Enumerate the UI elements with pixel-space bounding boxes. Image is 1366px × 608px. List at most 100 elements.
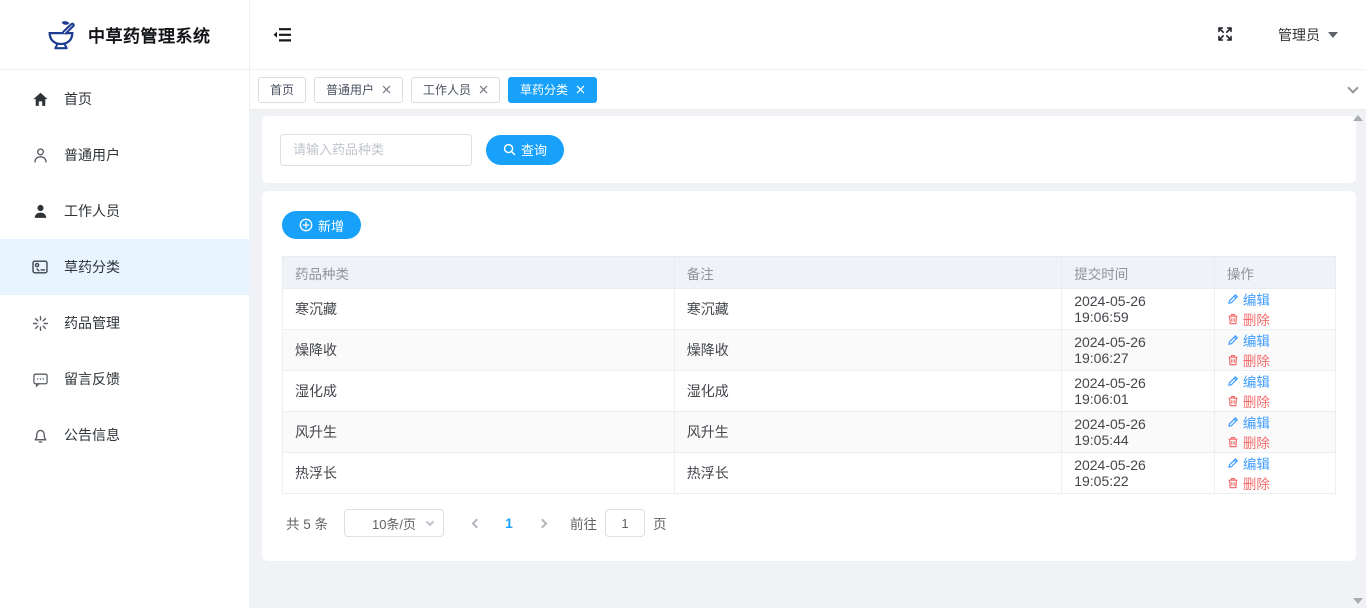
chevron-down-icon xyxy=(425,517,435,527)
cell-type: 热浮长 xyxy=(282,452,675,494)
cell-actions: 编辑 删除 xyxy=(1213,329,1337,371)
sidebar-item-label: 药品管理 xyxy=(64,315,120,331)
sidebar-item-label: 首页 xyxy=(64,91,92,107)
cell-note: 热浮长 xyxy=(673,452,1063,494)
app-logo: 中草药管理系统 xyxy=(0,0,249,70)
sidebar-item-label: 普通用户 xyxy=(64,147,120,163)
cell-time: 2024-05-26 19:05:44 xyxy=(1061,411,1215,453)
app-title: 中草药管理系统 xyxy=(88,27,211,46)
cell-note: 湿化成 xyxy=(673,370,1063,412)
delete-button[interactable]: 删除 xyxy=(1227,391,1270,411)
add-button[interactable]: 新增 xyxy=(282,211,362,239)
table-row: 热浮长 热浮长 2024-05-26 19:05:22 编辑 删除 xyxy=(282,452,1337,494)
tab-staff[interactable]: 工作人员 xyxy=(411,76,501,103)
close-icon[interactable] xyxy=(381,85,391,95)
tab-label: 草药分类 xyxy=(520,83,569,97)
edit-button[interactable]: 编辑 xyxy=(1227,289,1270,309)
cell-note: 寒沉藏 xyxy=(673,288,1063,330)
pencil-icon xyxy=(1228,335,1239,345)
scroll-down-icon[interactable] xyxy=(1353,598,1363,604)
total-count: 共 5 条 xyxy=(286,517,329,532)
prev-page-button[interactable] xyxy=(462,509,490,537)
sidebar-item-staff[interactable]: 工作人员 xyxy=(0,183,249,239)
cell-type: 湿化成 xyxy=(282,370,675,412)
column-header-time: 提交时间 xyxy=(1061,256,1215,289)
delete-button[interactable]: 删除 xyxy=(1227,350,1270,370)
tab-label: 普通用户 xyxy=(326,83,375,97)
sidebar: 中草药管理系统 首页 普通用户 工作人员 草药分类 药品管理 留言反馈 公告信息 xyxy=(0,0,250,608)
close-icon[interactable] xyxy=(478,85,488,95)
topbar-right: 管理员 xyxy=(1216,25,1338,45)
fullscreen-icon[interactable] xyxy=(1216,25,1236,45)
trash-icon xyxy=(1228,355,1238,366)
sidebar-fold-icon[interactable] xyxy=(272,26,294,44)
search-input[interactable] xyxy=(280,133,472,166)
home-icon xyxy=(30,89,50,109)
chevron-down-icon xyxy=(1328,31,1338,38)
cell-note: 燥降收 xyxy=(673,329,1063,371)
add-button-label: 新增 xyxy=(318,218,345,234)
cell-type: 燥降收 xyxy=(282,329,675,371)
edit-button[interactable]: 编辑 xyxy=(1227,330,1270,350)
goto-page: 前往 页 xyxy=(570,509,667,537)
table-row: 风升生 风升生 2024-05-26 19:05:44 编辑 删除 xyxy=(282,411,1337,453)
chevron-down-icon xyxy=(1347,81,1359,94)
chevron-left-icon xyxy=(471,518,481,528)
delete-button[interactable]: 删除 xyxy=(1227,473,1270,493)
table-panel: 新增 药品种类 备注 提交时间 操作 寒沉藏 寒沉藏 2024-05-26 19… xyxy=(262,191,1356,561)
trash-icon xyxy=(1228,314,1238,325)
pencil-icon xyxy=(1228,458,1239,468)
sidebar-item-feedback[interactable]: 留言反馈 xyxy=(0,351,249,407)
close-icon[interactable] xyxy=(575,85,585,95)
delete-button[interactable]: 删除 xyxy=(1227,309,1270,329)
cell-time: 2024-05-26 19:05:22 xyxy=(1061,452,1215,494)
cell-note: 风升生 xyxy=(673,411,1063,453)
delete-button[interactable]: 删除 xyxy=(1227,432,1270,452)
chevron-right-icon xyxy=(537,518,547,528)
tab-herb-category[interactable]: 草药分类 xyxy=(508,76,598,103)
mortar-pestle-logo-icon xyxy=(48,20,75,49)
admin-dropdown[interactable]: 管理员 xyxy=(1278,25,1338,45)
table-row: 湿化成 湿化成 2024-05-26 19:06:01 编辑 删除 xyxy=(282,370,1337,412)
column-header-actions: 操作 xyxy=(1213,256,1337,289)
goto-label: 前往 xyxy=(570,517,598,532)
pencil-icon xyxy=(1228,294,1239,304)
pencil-icon xyxy=(1228,417,1239,427)
trash-icon xyxy=(1228,437,1238,448)
sidebar-item-label: 工作人员 xyxy=(64,203,120,219)
edit-button[interactable]: 编辑 xyxy=(1227,453,1270,473)
tab-label: 工作人员 xyxy=(423,83,472,97)
edit-button[interactable]: 编辑 xyxy=(1227,412,1270,432)
goto-page-input[interactable] xyxy=(605,509,646,537)
page-size-label: 10条/页 xyxy=(371,516,417,532)
main-area: 管理员 首页 普通用户 工作人员 草药分类 请输入药品种类 查询 新增 药品种类… xyxy=(250,0,1366,608)
trash-icon xyxy=(1228,478,1238,489)
sidebar-item-regular-users[interactable]: 普通用户 xyxy=(0,127,249,183)
herb-category-table: 药品种类 备注 提交时间 操作 寒沉藏 寒沉藏 2024-05-26 19:06… xyxy=(282,256,1337,494)
plus-circle-icon xyxy=(299,218,313,232)
sidebar-item-herb-category[interactable]: 草药分类 xyxy=(0,239,249,295)
bell-icon xyxy=(30,425,50,445)
tab-regular-users[interactable]: 普通用户 xyxy=(314,76,404,103)
tab-home[interactable]: 首页 xyxy=(258,76,307,103)
cell-actions: 编辑 删除 xyxy=(1213,452,1337,494)
column-header-type: 药品种类 xyxy=(282,256,675,289)
user-filled-icon xyxy=(30,201,50,221)
search-button[interactable]: 查询 xyxy=(486,134,565,165)
page-scrollbar[interactable] xyxy=(1350,111,1366,608)
next-page-button[interactable] xyxy=(528,509,556,537)
cell-type: 风升生 xyxy=(282,411,675,453)
scroll-up-icon[interactable] xyxy=(1353,115,1363,121)
trash-icon xyxy=(1228,396,1238,407)
sidebar-item-announcements[interactable]: 公告信息 xyxy=(0,407,249,463)
pagination: 共 5 条 10条/页 1 前往 页 xyxy=(282,509,1336,537)
sidebar-item-medicine-management[interactable]: 药品管理 xyxy=(0,295,249,351)
cell-actions: 编辑 删除 xyxy=(1213,288,1337,330)
sidebar-item-label: 公告信息 xyxy=(64,427,120,443)
tabs-more-dropdown[interactable] xyxy=(1347,70,1359,109)
table-row: 寒沉藏 寒沉藏 2024-05-26 19:06:59 编辑 删除 xyxy=(282,288,1337,330)
page-size-select[interactable]: 10条/页 xyxy=(344,509,445,537)
page-number[interactable]: 1 xyxy=(494,516,524,531)
sidebar-item-home[interactable]: 首页 xyxy=(0,71,249,127)
edit-button[interactable]: 编辑 xyxy=(1227,371,1270,391)
